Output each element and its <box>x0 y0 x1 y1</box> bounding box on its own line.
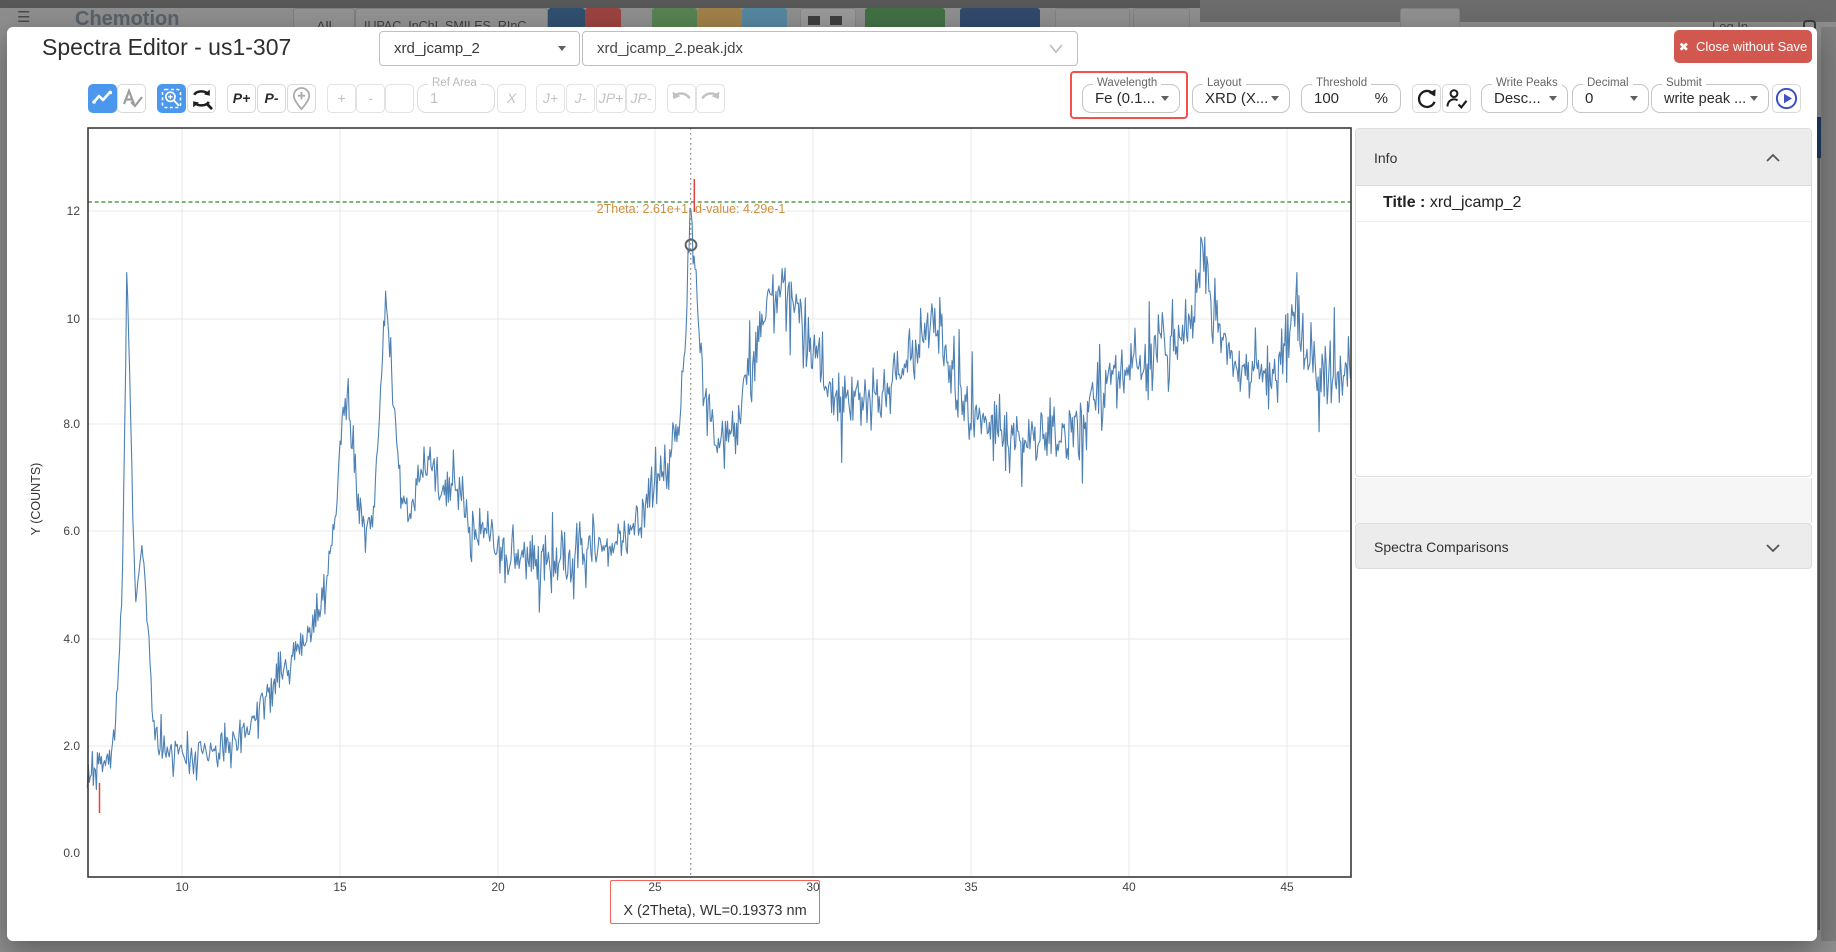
svg-text:2Theta: 2.61e+1, d-value: 4.29: 2Theta: 2.61e+1, d-value: 4.29e-1 <box>597 202 786 216</box>
